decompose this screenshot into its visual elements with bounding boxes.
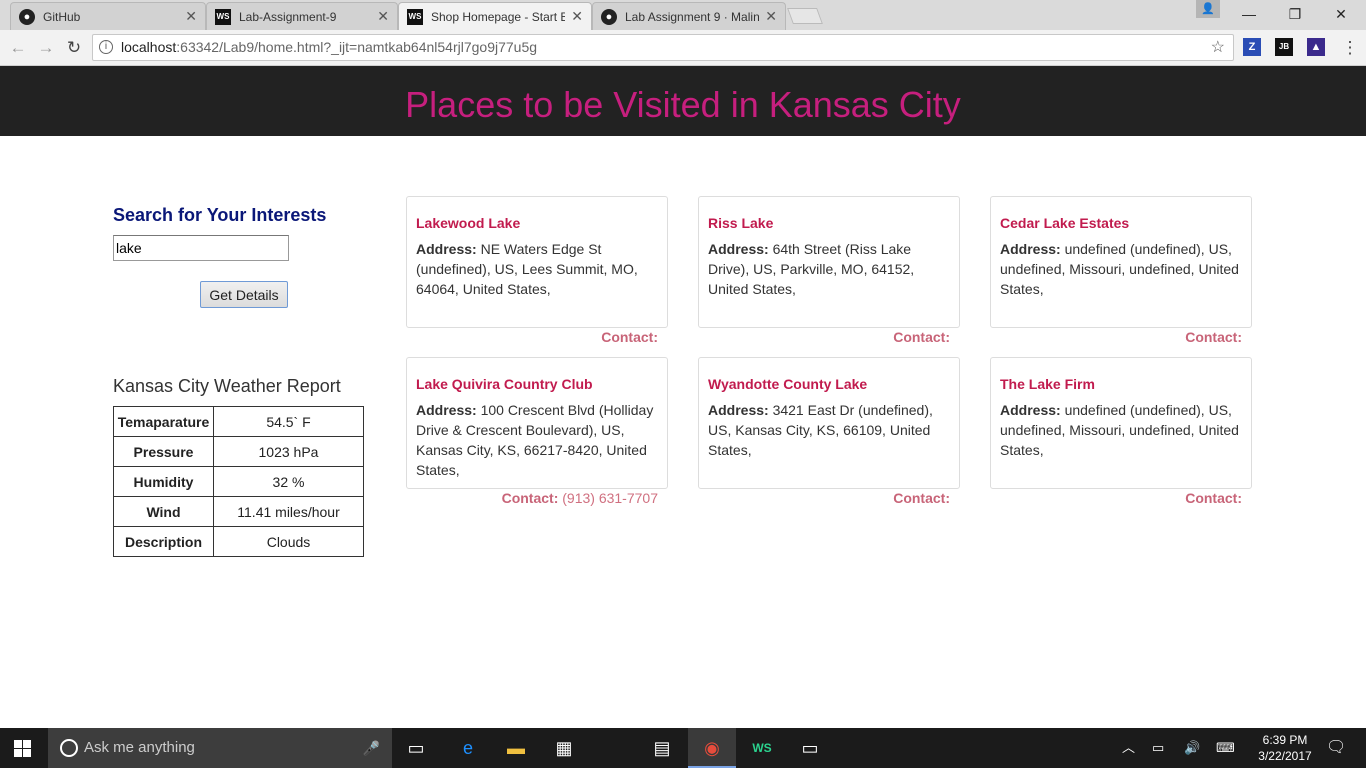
webstorm-icon: WS [407,8,423,25]
info-icon[interactable]: i [99,40,113,54]
extension-jetbrains-icon[interactable]: JB [1275,38,1293,56]
place-contact: Contact: (913) 631-7707 [501,490,658,506]
page-title: Places to be Visited in Kansas City [405,84,961,125]
tab-lab-assignment-github[interactable]: ● Lab Assignment 9 · Malin ✕ [592,2,786,30]
tab-shop-homepage[interactable]: WS Shop Homepage - Start B ✕ [398,2,592,30]
new-tab-button[interactable] [787,8,823,24]
place-contact: Contact: [893,490,950,506]
place-card: Lake Quivira Country Club Address: 100 C… [406,357,668,489]
place-address: Address: NE Waters Edge St (undefined), … [416,241,638,297]
place-address: Address: 3421 East Dr (undefined), US, K… [708,402,933,458]
keyboard-icon[interactable]: ⌨ [1216,728,1235,768]
back-icon[interactable]: ← [6,36,30,60]
notification-icon[interactable]: 🗨 [1326,728,1346,768]
terminal-icon[interactable]: ▭ [786,728,834,768]
close-icon[interactable]: ✕ [765,8,777,25]
file-explorer-icon[interactable]: ▬ [492,728,540,768]
place-name: Cedar Lake Estates [1000,215,1130,231]
place-name: Lakewood Lake [416,215,521,231]
place-contact: Contact: [1185,329,1242,345]
search-heading: Search for Your Interests [113,205,327,225]
extension-icon[interactable]: ▲ [1307,38,1325,56]
microphone-icon[interactable]: 🎤 [363,728,380,768]
github-icon: ● [19,8,35,25]
extension-z-icon[interactable]: Z [1243,38,1261,56]
place-contact: Contact: [601,329,658,345]
tab-github[interactable]: ● GitHub ✕ [10,2,206,30]
close-icon[interactable]: ✕ [377,8,389,25]
network-icon[interactable]: ▭ [1152,728,1164,768]
place-contact: Contact: [1185,490,1242,506]
windows-start-icon[interactable] [14,740,32,758]
place-address: Address: undefined (undefined), US, unde… [1000,402,1239,458]
windows-taskbar: Ask me anything 🎤 ▭ e ▬ ▦ ▤ ◉ WS ▭ ︿ ▭ 🔊… [0,728,1366,768]
place-card: Cedar Lake Estates Address: undefined (u… [990,196,1252,328]
webstorm-icon: WS [215,8,231,25]
github-icon: ● [601,8,617,25]
minimize-button[interactable]: — [1226,0,1272,28]
weather-heading: Kansas City Weather Report [113,376,341,396]
get-details-button[interactable]: Get Details [200,281,288,308]
edge-icon[interactable]: e [444,728,492,768]
bookmark-star-icon[interactable]: ☆ [1211,35,1225,60]
tab-lab-assignment[interactable]: WS Lab-Assignment-9 ✕ [206,2,398,30]
taskbar-clock[interactable]: 6:39 PM 3/22/2017 [1250,732,1320,764]
place-name: Lake Quivira Country Club [416,376,593,392]
calculator-icon[interactable]: ▤ [638,728,686,768]
weather-table: Temaparature 54.5` F Pressure 1023 hPa Hum… [113,406,364,557]
browser-tab-bar: ● GitHub ✕ WS Lab-Assignment-9 ✕ WS Shop… [0,0,1366,30]
table-row: Humidity 32 % [113,466,364,497]
place-card: Lakewood Lake Address: NE Waters Edge St… [406,196,668,328]
place-address: Address: undefined (undefined), US, unde… [1000,241,1239,297]
chrome-icon[interactable]: ◉ [688,728,736,768]
close-window-button[interactable]: ✕ [1318,0,1364,28]
place-address: Address: 64th Street (Riss Lake Drive), … [708,241,915,297]
webstorm-icon[interactable]: WS [738,728,786,768]
menu-icon[interactable]: ⋮ [1338,36,1362,60]
search-input[interactable] [113,235,289,261]
place-card: The Lake Firm Address: undefined (undefi… [990,357,1252,489]
browser-toolbar: ← → ↻ i localhost:63342/Lab9/home.html?_… [0,30,1366,66]
place-name: Riss Lake [708,215,774,231]
store-icon[interactable]: ▦ [540,728,588,768]
cortana-icon [60,739,78,757]
table-row: Wind 11.41 miles/hour [113,496,364,527]
place-card: Wyandotte County Lake Address: 3421 East… [698,357,960,489]
place-card: Riss Lake Address: 64th Street (Riss Lak… [698,196,960,328]
profile-icon[interactable]: 👤 [1196,0,1220,18]
place-address: Address: 100 Crescent Blvd (Holliday Dri… [416,402,654,478]
table-row: Description Clouds [113,526,364,557]
place-name: Wyandotte County Lake [708,376,868,392]
page-header: Places to be Visited in Kansas City [0,66,1366,136]
restore-button[interactable]: ❐ [1272,0,1318,28]
close-icon[interactable]: ✕ [185,8,197,25]
place-contact: Contact: [893,329,950,345]
place-name: The Lake Firm [1000,376,1095,392]
table-row: Pressure 1023 hPa [113,436,364,467]
task-view-icon[interactable]: ▭ [392,728,440,768]
forward-icon[interactable]: → [34,36,58,60]
taskbar-search[interactable]: Ask me anything 🎤 [48,728,392,768]
volume-icon[interactable]: 🔊 [1184,728,1200,768]
show-hidden-icons[interactable]: ︿ [1122,728,1135,768]
close-icon[interactable]: ✕ [571,8,583,25]
reload-icon[interactable]: ↻ [62,36,86,60]
address-bar[interactable]: i localhost:63342/Lab9/home.html?_ijt=na… [92,34,1234,61]
table-row: Temaparature 54.5` F [113,406,364,437]
